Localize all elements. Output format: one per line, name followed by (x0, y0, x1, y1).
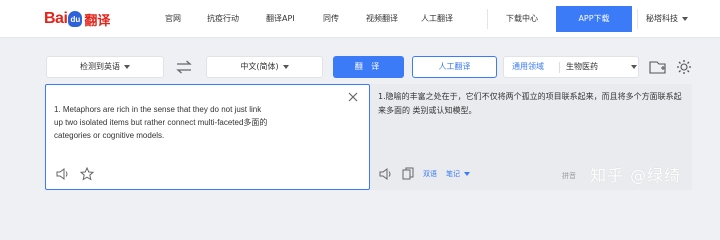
notes-menu[interactable]: 笔记 (446, 169, 470, 179)
source-language-label: 检测到英语 (80, 62, 120, 71)
domain-value: 生物医药 (566, 62, 598, 71)
bilingual-toggle[interactable]: 双语 (423, 169, 437, 179)
logo-text-bai: Bai (44, 10, 68, 27)
logo-paw-badge: du (68, 11, 83, 27)
nav-item-official-site[interactable]: 官网 (165, 13, 181, 24)
account-name: 秘塔科技 (646, 14, 678, 23)
nav-item-interpretation[interactable]: 同传 (323, 13, 339, 24)
document-translate-icon[interactable] (648, 58, 668, 76)
domain-general-tab[interactable]: 通用领域 (512, 57, 544, 77)
domain-divider (559, 62, 560, 73)
nav-item-translate-api[interactable]: 翻译API (266, 13, 295, 24)
translate-button[interactable]: 翻 译 (333, 56, 404, 78)
copy-icon[interactable] (402, 167, 414, 181)
logo-text-translate: 翻译 (84, 13, 111, 29)
nav-item-anti-epidemic[interactable]: 抗疫行动 (207, 13, 239, 24)
notes-label: 笔记 (446, 170, 460, 178)
speaker-icon[interactable] (56, 167, 70, 181)
baidu-translate-logo[interactable]: Bai du 翻译 (44, 9, 110, 29)
pinyin-toggle[interactable]: 拼音 (562, 171, 576, 181)
target-language-select[interactable]: 中文(简体) (206, 56, 323, 78)
human-translate-button[interactable]: 人工翻译 (412, 56, 497, 78)
chevron-down-icon (282, 64, 289, 69)
translation-result-text: 1.隐喻的丰富之处在于，它们不仅将两个孤立的项目联系起来，而且将多个方面联系起来… (378, 92, 682, 115)
chevron-down-icon (124, 64, 130, 69)
swap-languages-icon[interactable] (175, 60, 193, 74)
app-download-button[interactable]: APP下载 (556, 6, 632, 32)
gear-icon[interactable] (674, 58, 694, 76)
nav-item-download-center[interactable]: 下载中心 (506, 13, 538, 24)
close-icon[interactable] (347, 91, 359, 103)
chevron-down-icon (464, 172, 470, 176)
nav-divider (487, 9, 488, 29)
nav-divider (637, 9, 638, 29)
watermark: 知乎 @绿绮 (590, 166, 682, 185)
chevron-down-icon (631, 65, 637, 69)
account-menu[interactable]: 秘塔科技 (646, 13, 688, 24)
nav-item-human-translate[interactable]: 人工翻译 (421, 13, 453, 24)
source-toolbar (56, 167, 94, 183)
speaker-icon[interactable] (379, 167, 393, 181)
target-language-label: 中文(简体) (240, 62, 279, 71)
star-icon[interactable] (80, 167, 94, 181)
result-toolbar: 双语 笔记 (379, 166, 470, 182)
source-text-input[interactable]: 1. Metaphors are rich in the sense that … (54, 103, 354, 142)
source-text-panel[interactable]: 1. Metaphors are rich in the sense that … (45, 84, 370, 190)
chevron-down-icon (682, 16, 688, 21)
source-language-select[interactable]: 检测到英语 (46, 56, 164, 78)
domain-select[interactable]: 通用领域 生物医药 (503, 56, 639, 78)
nav-item-video-translate[interactable]: 视频翻译 (366, 13, 398, 24)
top-nav-bar: Bai du 翻译 官网 抗疫行动 翻译API 同传 视频翻译 人工翻译 下载中… (0, 0, 720, 38)
